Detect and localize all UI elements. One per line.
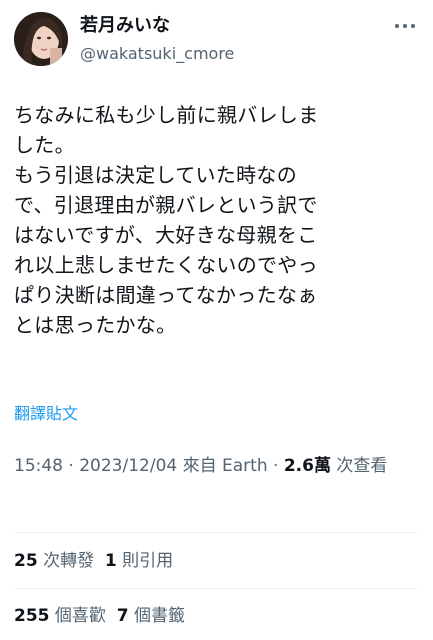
views-label: 次查看 (330, 456, 388, 476)
retweets-label: 次轉發 (37, 551, 95, 571)
meta-separator: · (267, 456, 284, 476)
bookmarks-count: 7 (116, 606, 129, 626)
tweet-text: ちなみに私も少し前に親バレしま した。 もう引退は決定していた時なの で、引退理… (14, 103, 319, 337)
retweets-stat[interactable]: 25 次轉發 (14, 551, 94, 571)
retweets-count: 25 (14, 551, 38, 571)
bookmarks-stat[interactable]: 7 個書籤 (117, 606, 185, 626)
avatar[interactable] (14, 12, 68, 66)
tweet-header: 若月みいな @wakatsuki_cmore (14, 12, 419, 68)
tweet-date[interactable]: 2023/12/04 (79, 456, 177, 476)
avatar-photo (14, 12, 68, 66)
likes-count: 255 (14, 606, 50, 626)
meta-separator: · (63, 456, 80, 476)
more-horizontal-icon (395, 24, 415, 28)
author-display-name[interactable]: 若月みいな (80, 14, 234, 38)
likes-label: 個喜歡 (49, 606, 106, 626)
quotes-stat[interactable]: 1 則引用 (105, 551, 173, 571)
tweet-source: 來自 Earth (177, 456, 268, 476)
quotes-count: 1 (104, 551, 117, 571)
author-names: 若月みいな @wakatsuki_cmore (80, 14, 234, 66)
quotes-label: 則引用 (116, 551, 174, 571)
views-count: 2.6萬 (283, 456, 331, 476)
stats-row-reposts: 25 次轉發 1 則引用 (14, 549, 173, 573)
author-handle[interactable]: @wakatsuki_cmore (80, 42, 234, 66)
translate-post-link[interactable]: 翻譯貼文 (14, 403, 78, 425)
tweet-time[interactable]: 15:48 (14, 456, 63, 476)
more-options-button[interactable] (391, 16, 419, 36)
stats-row-likes: 255 個喜歡 7 個書籤 (14, 604, 185, 628)
likes-stat[interactable]: 255 個喜歡 (14, 606, 106, 626)
tweet-meta: 15:48 · 2023/12/04 來自 Earth · 2.6萬 次查看 (14, 452, 419, 481)
divider (14, 588, 419, 589)
bookmarks-label: 個書籤 (128, 606, 185, 626)
divider (14, 532, 419, 533)
